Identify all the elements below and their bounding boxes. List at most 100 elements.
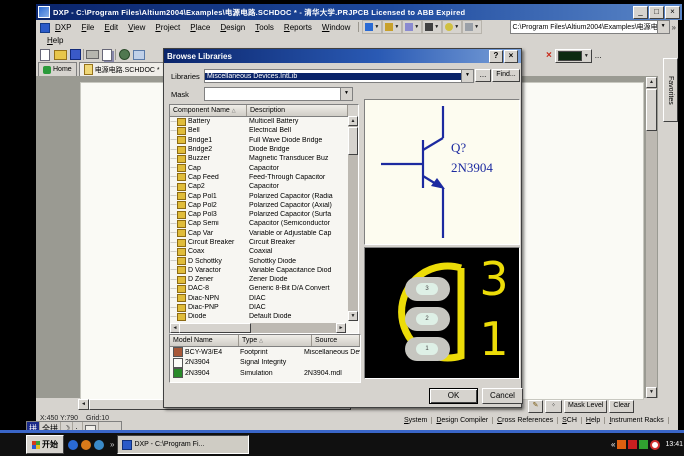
- wiring-tools-button[interactable]: ▼: [362, 20, 383, 34]
- component-row[interactable]: — Diac-NPN DIAC: [170, 294, 346, 303]
- column-description[interactable]: Description: [247, 105, 348, 116]
- open-document-button[interactable]: [53, 48, 67, 61]
- libraries-more-button[interactable]: ...: [475, 69, 491, 82]
- scroll-right-icon[interactable]: ►: [336, 323, 346, 333]
- component-row[interactable]: — Cap Feed Feed-Through Capacitor: [170, 173, 346, 182]
- component-row[interactable]: — D Schottky Schottky Diode: [170, 256, 346, 266]
- print-preview-button[interactable]: [100, 48, 114, 61]
- scroll-down-icon[interactable]: ▼: [348, 311, 358, 321]
- find-button[interactable]: Find...: [492, 69, 520, 82]
- vscroll-thumb[interactable]: [646, 89, 657, 131]
- save-button[interactable]: [68, 48, 82, 61]
- pencil-icon[interactable]: ✎: [528, 400, 543, 413]
- tab-document[interactable]: 电源电路.SCHDOC *: [78, 62, 165, 76]
- model-row[interactable]: 2N3904 Simulation 2N3904.mdl: [170, 368, 360, 379]
- menu-item[interactable]: File: [76, 22, 99, 33]
- menu-item[interactable]: Reports: [279, 22, 317, 33]
- tray-icon-red[interactable]: [628, 440, 638, 449]
- panel-button[interactable]: Design Compiler: [432, 416, 494, 424]
- show-desktop-icon[interactable]: [94, 439, 104, 450]
- panel-button[interactable]: SCH: [558, 416, 582, 424]
- undo-button[interactable]: [132, 48, 146, 61]
- menu-item[interactable]: Design: [215, 22, 250, 33]
- library-tools-button[interactable]: ▼: [462, 20, 483, 34]
- minimize-button[interactable]: _: [633, 5, 648, 19]
- dialog-titlebar[interactable]: Browse Libraries ? ×: [164, 49, 521, 63]
- component-row[interactable]: — Bridge1 Full Wave Diode Bridge: [170, 136, 346, 145]
- component-row[interactable]: — Bridge2 Diode Bridge: [170, 145, 346, 154]
- quicklaunch-chevron[interactable]: »: [110, 440, 114, 449]
- taskbar-app-button[interactable]: DXP - C:\Program Fi...: [117, 435, 250, 454]
- print-button[interactable]: [85, 48, 99, 61]
- more-options-button[interactable]: ...: [595, 51, 602, 60]
- component-row[interactable]: — Cap Semi Capacitor (Semiconductor: [170, 219, 346, 228]
- tray-icon-virus-scan[interactable]: [650, 439, 661, 450]
- browse-button[interactable]: [117, 48, 131, 61]
- scroll-down-icon[interactable]: ▼: [646, 387, 657, 398]
- alignment-tools-button[interactable]: ▼: [402, 20, 423, 34]
- chevron-down-icon[interactable]: ▼: [340, 88, 352, 100]
- menu-item[interactable]: Project: [150, 22, 185, 33]
- internet-explorer-icon[interactable]: [68, 439, 78, 450]
- menu-item[interactable]: DXP: [50, 22, 76, 33]
- menu-item[interactable]: Edit: [99, 22, 123, 33]
- drawing-tools-button[interactable]: ▼: [382, 20, 403, 34]
- menubar-overflow-chevron[interactable]: »: [670, 23, 678, 32]
- vscroll-thumb[interactable]: [348, 127, 358, 155]
- scroll-up-icon[interactable]: ▲: [348, 116, 358, 126]
- component-row[interactable]: — Diac-PNP DIAC: [170, 303, 346, 312]
- snap-grid-icon[interactable]: ⁘: [545, 400, 562, 413]
- panel-button[interactable]: Help: [582, 416, 606, 424]
- chevron-down-icon[interactable]: ▼: [656, 21, 669, 33]
- column-source[interactable]: Source: [312, 335, 360, 346]
- scroll-left-icon[interactable]: ◄: [78, 399, 89, 410]
- component-row[interactable]: — Cap Var Variable or Adjustable Cap: [170, 229, 346, 238]
- tray-icon-green[interactable]: [639, 440, 649, 449]
- color-swatch-dropdown[interactable]: ▼: [554, 48, 592, 63]
- dialog-help-button[interactable]: ?: [489, 49, 503, 63]
- cancel-button[interactable]: Cancel: [482, 388, 523, 404]
- menu-item[interactable]: Window: [317, 22, 355, 33]
- component-row[interactable]: — Cap Pol2 Polarized Capacitor (Axial): [170, 201, 346, 210]
- menu-item[interactable]: View: [123, 22, 150, 33]
- panel-button[interactable]: Instrument Racks: [605, 416, 669, 424]
- component-row[interactable]: — Battery Multicell Battery: [170, 117, 346, 126]
- libraries-combo[interactable]: Miscellaneous Devices.IntLib ▼: [204, 69, 474, 83]
- tray-chevron[interactable]: «: [611, 440, 615, 449]
- component-list-vscrollbar[interactable]: ▲ ▼: [348, 116, 358, 321]
- mask-combo[interactable]: ▼: [204, 87, 353, 101]
- scroll-up-icon[interactable]: ▲: [646, 77, 657, 88]
- component-row[interactable]: — Cap2 Capacitor: [170, 182, 346, 191]
- dialog-close-button[interactable]: ×: [504, 49, 518, 63]
- close-x-icon[interactable]: ×: [546, 50, 552, 61]
- component-row[interactable]: — Bell Electrical Bell: [170, 126, 346, 135]
- close-button[interactable]: ×: [665, 5, 680, 19]
- column-type[interactable]: Type △: [239, 335, 312, 346]
- menu-item[interactable]: Place: [185, 22, 215, 33]
- chevron-down-icon[interactable]: ▼: [461, 70, 473, 82]
- component-row[interactable]: — Cap Pol3 Polarized Capacitor (Surfa: [170, 210, 346, 219]
- component-row[interactable]: — DAC-8 Generic 8-Bit D/A Convert: [170, 284, 346, 293]
- editor-vscrollbar[interactable]: ▲ ▼: [646, 77, 657, 398]
- component-row[interactable]: — Cap Capacitor: [170, 163, 346, 173]
- menu-item-help[interactable]: Help: [42, 35, 68, 46]
- start-button[interactable]: 开始: [26, 435, 64, 454]
- model-row[interactable]: BCY-W3/E4 Footprint Miscellaneous Devic: [170, 347, 360, 358]
- component-row[interactable]: — D Varactor Variable Capacitance Diod: [170, 266, 346, 275]
- panel-button[interactable]: Cross References: [493, 416, 559, 424]
- favorites-panel-tab[interactable]: Favorites: [663, 58, 678, 122]
- tab-home[interactable]: Home: [38, 62, 77, 76]
- model-row[interactable]: 2N3904 Signal Integrity: [170, 357, 360, 369]
- column-model-name[interactable]: Model Name: [170, 335, 239, 346]
- tray-icon-orange[interactable]: [617, 440, 627, 449]
- ok-button[interactable]: OK: [429, 388, 478, 404]
- component-row[interactable]: — Diode Default Diode: [170, 312, 346, 321]
- clear-button[interactable]: Clear: [609, 400, 635, 413]
- menu-item[interactable]: Tools: [250, 22, 279, 33]
- component-row[interactable]: — D Zener Zener Diode: [170, 275, 346, 284]
- grid-tools-button[interactable]: ▼: [442, 20, 463, 34]
- column-component-name[interactable]: Component Name △: [170, 105, 247, 116]
- media-player-icon[interactable]: [81, 439, 91, 450]
- power-tools-button[interactable]: ▼: [422, 20, 443, 34]
- hscroll-thumb[interactable]: [179, 323, 251, 333]
